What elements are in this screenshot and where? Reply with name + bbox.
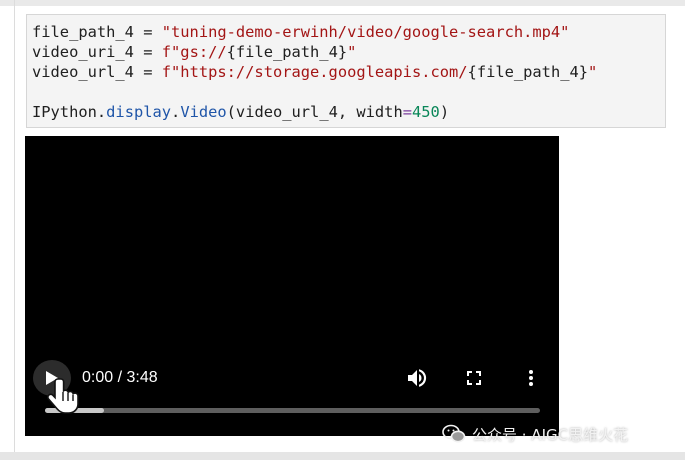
watermark: 公众号 · AIGC思维火花 bbox=[442, 424, 628, 444]
code-line-file-path: file_path_4 = "tuning-demo-erwinh/video/… bbox=[32, 22, 665, 42]
code-string: "gs:// bbox=[171, 43, 227, 61]
code-attr: display bbox=[106, 103, 172, 121]
code-line-video-uri: video_uri_4 = f"gs://{file_path_4}" bbox=[32, 42, 665, 62]
code-fstring-prefix: f bbox=[161, 43, 172, 61]
code-number: 450 bbox=[412, 103, 440, 121]
window-bottom-edge bbox=[0, 452, 685, 460]
code-string: "https://storage.googleapis.com/ bbox=[171, 63, 468, 81]
code-line-display-call: IPython.display.Video(video_url_4, width… bbox=[32, 102, 665, 122]
hand-pointer-icon bbox=[47, 378, 79, 414]
code-string: "tuning-demo-erwinh/video/google-search.… bbox=[161, 23, 570, 41]
page-left-border bbox=[14, 0, 15, 460]
code-op: = bbox=[133, 43, 162, 61]
time-display: 0:00 / 3:48 bbox=[82, 369, 158, 386]
code-op: = bbox=[133, 63, 162, 81]
code-line-video-url: video_url_4 = f"https://storage.googleap… bbox=[32, 62, 665, 82]
watermark-text: 公众号 · AIGC思维火花 bbox=[472, 425, 629, 444]
code-string: " bbox=[588, 63, 598, 81]
code-string: " bbox=[347, 43, 357, 61]
code-expr: {file_path_4} bbox=[226, 43, 348, 61]
wechat-icon bbox=[442, 424, 466, 443]
code-op: = bbox=[133, 23, 162, 41]
code-args-close: ) bbox=[439, 103, 450, 121]
code-cell[interactable]: file_path_4 = "tuning-demo-erwinh/video/… bbox=[26, 14, 666, 128]
code-var: video_uri_4 bbox=[32, 43, 134, 61]
code-dot: . bbox=[171, 103, 181, 121]
code-args: (video_url_4, width bbox=[226, 103, 403, 121]
volume-icon[interactable] bbox=[405, 366, 429, 390]
code-func: Video bbox=[180, 103, 227, 121]
fullscreen-icon[interactable] bbox=[462, 366, 486, 390]
code-var: video_url_4 bbox=[32, 63, 134, 81]
code-fstring-prefix: f bbox=[161, 63, 172, 81]
video-player[interactable]: 0:00 / 3:48 bbox=[25, 136, 559, 436]
progress-bar[interactable] bbox=[45, 408, 540, 413]
code-dot: . bbox=[96, 103, 107, 121]
code-module: IPython bbox=[32, 103, 97, 121]
more-vert-icon[interactable] bbox=[519, 366, 543, 390]
code-eq: = bbox=[402, 103, 412, 121]
code-expr: {file_path_4} bbox=[467, 63, 589, 81]
code-var: file_path_4 bbox=[32, 23, 134, 41]
window-top-edge bbox=[0, 0, 685, 6]
